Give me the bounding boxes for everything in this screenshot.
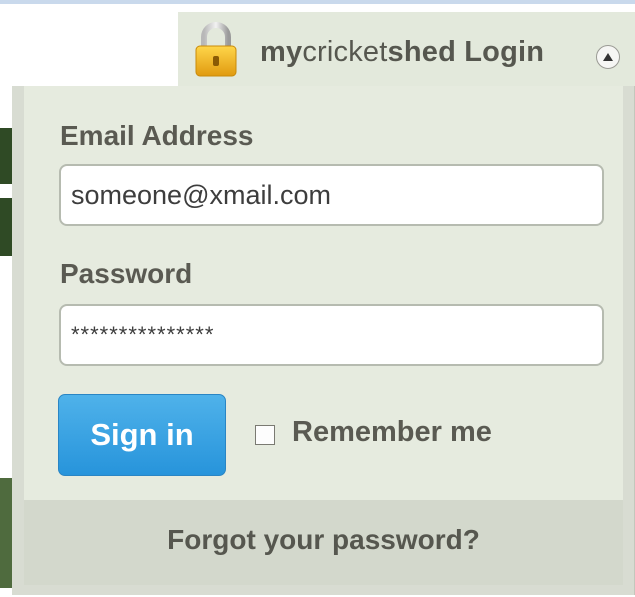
password-label: Password bbox=[60, 258, 193, 289]
brand-my: my bbox=[260, 36, 303, 68]
brand-login: Login bbox=[456, 36, 545, 68]
login-form: Email Address Password Sign in Remember … bbox=[24, 86, 623, 500]
brand-shed: shed bbox=[387, 36, 457, 68]
email-label: Email Address bbox=[60, 120, 254, 151]
remember-me-label[interactable]: Remember me bbox=[292, 416, 492, 449]
password-field[interactable] bbox=[59, 304, 604, 366]
brand-title[interactable]: mycricketshed Login bbox=[260, 36, 544, 69]
page-top-border bbox=[0, 0, 635, 4]
brand-cricket: cricket bbox=[302, 36, 388, 68]
padlock-icon bbox=[195, 22, 237, 77]
forgot-password-link[interactable]: Forgot your password? bbox=[24, 524, 623, 556]
chevron-up-icon[interactable] bbox=[596, 45, 620, 69]
login-dropdown: Email Address Password Sign in Remember … bbox=[12, 86, 635, 595]
email-field[interactable] bbox=[59, 164, 604, 226]
sign-in-button[interactable]: Sign in bbox=[58, 394, 226, 476]
login-tab[interactable]: mycricketshed Login bbox=[178, 12, 635, 86]
remember-me-checkbox[interactable] bbox=[255, 425, 275, 445]
page-background bbox=[0, 14, 178, 86]
